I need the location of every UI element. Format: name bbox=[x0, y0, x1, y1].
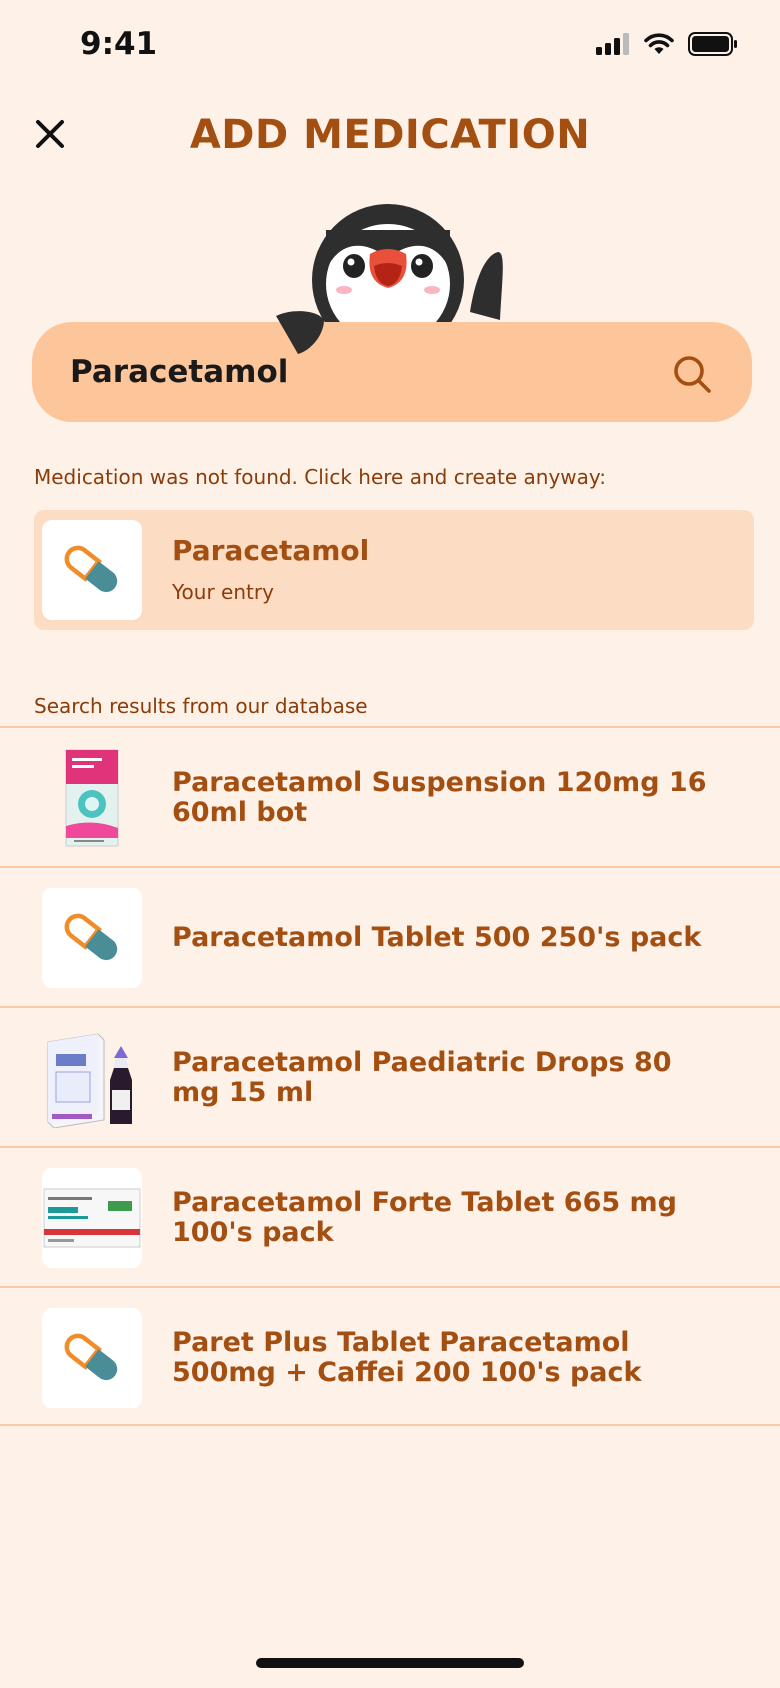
result-name: Paracetamol Suspension 120mg 16 60ml bot bbox=[172, 767, 707, 828]
penguin-flipper-icon bbox=[276, 311, 324, 354]
entry-subtitle: Your entry bbox=[172, 580, 274, 604]
result-row[interactable]: Paracetamol Suspension 120mg 16 60ml bot bbox=[0, 726, 780, 866]
search-icon[interactable] bbox=[672, 354, 712, 394]
wifi-icon bbox=[644, 33, 674, 54]
page-title: ADD MEDICATION bbox=[189, 112, 591, 158]
result-thumbnail bbox=[42, 1308, 142, 1408]
search-bar bbox=[32, 322, 752, 422]
pill-icon bbox=[64, 545, 118, 593]
not-found-label: Medication was not found. Click here and… bbox=[34, 465, 607, 489]
result-name: Paret Plus Tablet Paracetamol 500mg + Ca… bbox=[172, 1327, 642, 1388]
status-time: 9:41 bbox=[80, 26, 158, 62]
result-thumbnail bbox=[42, 1168, 142, 1268]
entry-thumbnail bbox=[42, 520, 142, 620]
tablet-box-image bbox=[43, 1188, 141, 1248]
results-list: Paracetamol Suspension 120mg 16 60ml bot… bbox=[0, 726, 780, 1426]
result-name: Paracetamol Tablet 500 250's pack bbox=[172, 922, 702, 953]
result-row[interactable]: Paracetamol Paediatric Drops 80 mg 15 ml bbox=[0, 1006, 780, 1146]
result-row[interactable]: Paracetamol Forte Tablet 665 mg 100's pa… bbox=[0, 1146, 780, 1286]
result-row[interactable]: Paret Plus Tablet Paracetamol 500mg + Ca… bbox=[0, 1286, 780, 1426]
status-icons bbox=[596, 32, 738, 56]
cellular-signal-icon bbox=[596, 33, 629, 55]
create-entry-card[interactable]: Paracetamol Your entry bbox=[34, 510, 754, 630]
pill-icon bbox=[64, 1333, 118, 1381]
battery-icon bbox=[688, 32, 737, 56]
results-label: Search results from our database bbox=[34, 694, 368, 718]
result-row[interactable]: Paracetamol Tablet 500 250's pack bbox=[0, 866, 780, 1006]
drops-box-image bbox=[47, 1033, 132, 1128]
add-medication-screen: 9:41 ADD MEDICATION Paracetamol Medicati… bbox=[0, 0, 780, 1688]
result-thumbnail bbox=[42, 748, 142, 848]
entry-name: Paracetamol bbox=[172, 534, 370, 567]
result-thumbnail bbox=[42, 1028, 142, 1128]
result-name: Paracetamol Paediatric Drops 80 mg 15 ml bbox=[172, 1047, 672, 1108]
result-name: Paracetamol Forte Tablet 665 mg 100's pa… bbox=[172, 1187, 678, 1248]
suspension-box-image bbox=[65, 749, 119, 847]
result-thumbnail bbox=[42, 888, 142, 988]
search-input[interactable] bbox=[70, 322, 630, 422]
home-indicator[interactable] bbox=[256, 1658, 524, 1668]
pill-icon bbox=[64, 913, 118, 961]
